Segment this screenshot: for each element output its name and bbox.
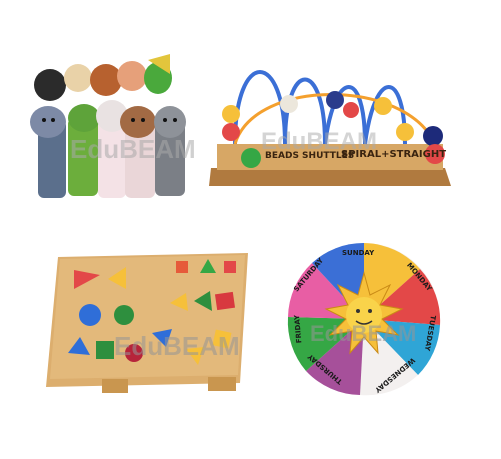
days-puzzle-photo: SUNDAY MONDAY TUESDAY WEDNESDAY THURSDAY… — [270, 225, 460, 415]
bead-shuttle-photo: BEADS SHUTTLES SPIRAL+STRAIGHT EduBEAM — [205, 48, 455, 198]
shape-sorter-photo: EduBEAM — [40, 245, 255, 395]
day-label-sunday: SUNDAY — [342, 249, 375, 257]
watermark-text: EduBEAM — [114, 331, 240, 361]
watermark-text: EduBEAM — [70, 134, 196, 164]
watermark-text: EduBEAM — [310, 321, 417, 346]
watermark-text: EduBEAM — [261, 128, 377, 155]
hand-puppets-photo: EduBEAM — [20, 50, 200, 200]
